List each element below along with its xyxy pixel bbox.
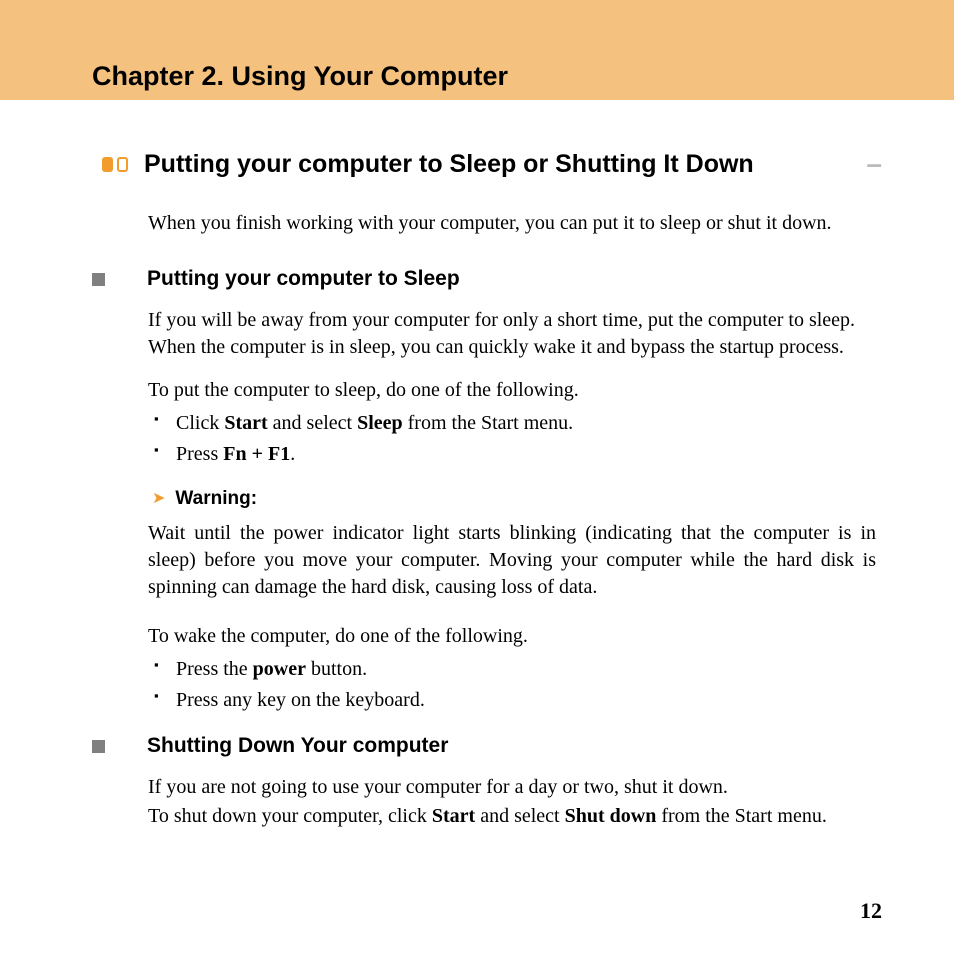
subsection-sleep-heading: Putting your computer to Sleep xyxy=(147,265,460,293)
warning-label: Warning: xyxy=(175,486,257,512)
shutdown-paragraph-2: To shut down your computer, click Start … xyxy=(148,803,876,830)
wake-lead: To wake the computer, do one of the foll… xyxy=(148,623,876,650)
page-number: 12 xyxy=(860,898,882,924)
square-bullet-icon xyxy=(92,740,105,753)
content-area: When you finish working with your comput… xyxy=(148,210,876,830)
list-item: Press any key on the keyboard. xyxy=(148,687,876,714)
section-intro: When you finish working with your comput… xyxy=(148,210,876,237)
subsection-sleep-row: Putting your computer to Sleep xyxy=(92,265,876,293)
sleep-steps-list: Click Start and select Sleep from the St… xyxy=(148,410,876,468)
wake-steps-list: Press the power button. Press any key on… xyxy=(148,656,876,714)
list-item: Press Fn + F1. xyxy=(148,441,876,468)
shutdown-paragraph-1: If you are not going to use your compute… xyxy=(148,774,876,801)
subsection-shutdown-heading: Shutting Down Your computer xyxy=(147,732,448,760)
section-marker-icon xyxy=(102,157,128,172)
warning-body: Wait until the power indicator light sta… xyxy=(148,520,876,601)
page-body: Putting your computer to Sleep or Shutti… xyxy=(0,100,954,830)
chevron-right-icon: ➤ xyxy=(152,488,165,510)
section-header: Putting your computer to Sleep or Shutti… xyxy=(102,148,882,180)
list-item: Click Start and select Sleep from the St… xyxy=(148,410,876,437)
sleep-lead: To put the computer to sleep, do one of … xyxy=(148,377,876,404)
section-title: Putting your computer to Sleep or Shutti… xyxy=(144,150,860,179)
subsection-shutdown-row: Shutting Down Your computer xyxy=(92,732,876,760)
sleep-paragraph: If you will be away from your computer f… xyxy=(148,307,876,361)
dash-icon: – xyxy=(866,148,882,180)
warning-header: ➤ Warning: xyxy=(152,486,876,512)
chapter-banner: Chapter 2. Using Your Computer xyxy=(0,0,954,100)
list-item: Press the power button. xyxy=(148,656,876,683)
chapter-title: Chapter 2. Using Your Computer xyxy=(92,61,508,92)
square-bullet-icon xyxy=(92,273,105,286)
